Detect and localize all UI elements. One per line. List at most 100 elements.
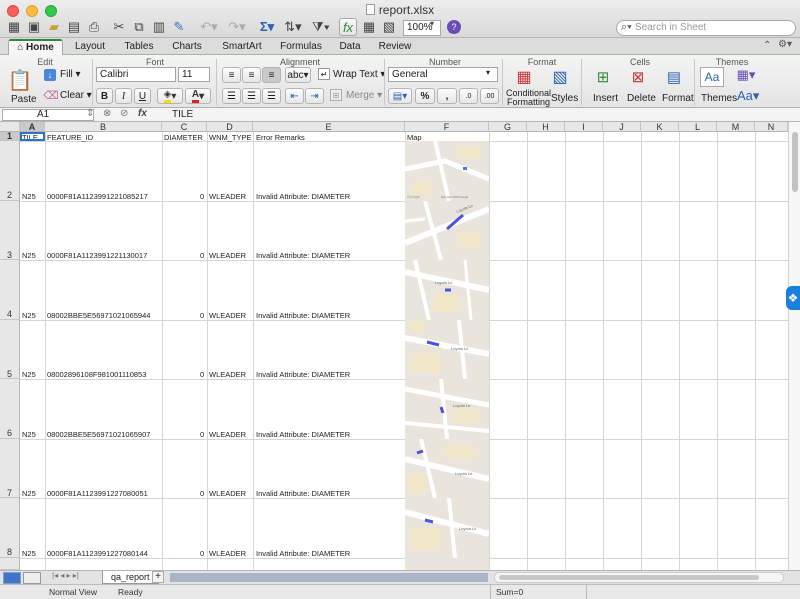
align-center-icon[interactable]: ☰ [242,88,261,104]
cell-diameter[interactable]: 0 [200,370,204,379]
decrease-indent-icon[interactable]: ⇤ [285,88,304,104]
vertical-scroll-thumb[interactable] [792,132,798,192]
comma-button[interactable]: , [437,88,457,104]
horizontal-scrollbar[interactable] [494,572,784,583]
tab-formulas[interactable]: Formulas [273,39,329,55]
help-icon[interactable]: ? [447,20,461,34]
dropbox-icon[interactable]: ❖ [786,286,800,310]
conditional-formatting-button[interactable]: Conditional Formatting [506,89,551,107]
cell-wnm-type[interactable]: WLEADER [209,430,246,439]
filter-icon[interactable]: ⧩▾ [309,18,333,36]
cell-diameter[interactable]: 0 [200,430,204,439]
styles-icon[interactable]: ▧ [549,67,571,87]
clipboard-icon[interactable]: 📋 [8,68,33,92]
cell-tile[interactable]: N25 [22,549,36,558]
cell-tile[interactable]: N25 [22,311,36,320]
redo-icon[interactable]: ↷▾ [224,18,250,36]
horizontal-scroll-thumb[interactable] [499,575,759,580]
row-header[interactable]: 6 [0,379,20,439]
cell-diameter[interactable]: 0 [200,549,204,558]
cell-feature-id[interactable]: 08002896108F981001110853 [47,370,146,379]
column-header[interactable]: B [45,122,162,132]
column-header[interactable]: D [207,122,253,132]
autosum-icon[interactable]: Σ▾ [256,18,278,36]
cell-error[interactable]: Invalid Attribute: DIAMETER [256,430,350,439]
cell-wnm-type[interactable]: WLEADER [209,370,246,379]
chevron-down-icon[interactable]: ▾ [486,68,490,77]
header-cell-error-remarks[interactable]: Error Remarks [256,133,305,142]
zoom-field[interactable]: 100% [403,20,441,36]
align-left-icon[interactable]: ☰ [222,88,241,104]
cell-error[interactable]: Invalid Attribute: DIAMETER [256,251,350,260]
cell-tile[interactable]: N25 [22,251,36,260]
map-image[interactable]: Loyola Ln [405,379,489,439]
row-header[interactable]: 3 [0,201,20,260]
fill-button[interactable]: Fill ▾ [60,69,81,80]
row-header[interactable]: 8 [0,498,20,558]
orientation-button[interactable]: abc ▾ [285,67,311,83]
cell-error[interactable]: Invalid Attribute: DIAMETER [256,370,350,379]
align-middle-icon[interactable]: ≡ [242,67,261,83]
cell-wnm-type[interactable]: WLEADER [209,251,246,260]
cancel-formula-icon[interactable]: ⊗ [103,108,111,119]
align-top-icon[interactable]: ≡ [222,67,241,83]
copy-icon[interactable]: ⧉ [130,18,148,36]
column-header[interactable]: N [755,122,788,132]
cell-diameter[interactable]: 0 [200,311,204,320]
fx-icon[interactable]: fx [138,108,147,119]
tab-smartart[interactable]: SmartArt [213,39,271,55]
header-cell-feature-id[interactable]: FEATURE_ID [47,133,93,142]
new-workbook-icon[interactable]: ▦ [5,18,23,36]
cell-error[interactable]: Invalid Attribute: DIAMETER [256,192,350,201]
formula-builder-icon[interactable]: fx [339,18,357,36]
header-cell-wnm-type[interactable]: WNM_TYPE [209,133,252,142]
column-header[interactable]: L [679,122,717,132]
tab-data[interactable]: Data [331,39,369,55]
cell-tile[interactable]: N25 [22,430,36,439]
cell-feature-id[interactable]: 0000F81A1123991227080144 [47,549,148,558]
templates-icon[interactable]: ▣ [25,18,43,36]
chevron-updown-icon[interactable]: ⇕ [86,108,94,119]
sum-status[interactable]: Sum=0 [496,587,523,597]
paste-icon[interactable]: ▥ [150,18,168,36]
cell-feature-id[interactable]: 08002BBE5E56971021065907 [47,430,150,439]
row-header[interactable] [0,558,20,570]
cell-feature-id[interactable]: 0000F81A1123991221130017 [47,251,147,260]
name-box[interactable]: A1 [2,109,94,121]
column-header[interactable]: C [162,122,207,132]
cell-diameter[interactable]: 0 [200,251,204,260]
tab-home[interactable]: ⌂ Home [8,39,63,55]
format-cells-icon[interactable]: ▤ [662,67,686,87]
header-cell-diameter[interactable]: DIAMETER [164,133,203,142]
clear-button[interactable]: Clear ▾ [60,90,92,101]
row-header[interactable]: 1 [0,132,20,141]
media-browser-icon[interactable]: ▧ [380,18,398,36]
cell-tile[interactable]: N25 [22,489,36,498]
delete-button[interactable]: Delete [627,93,656,104]
chevron-down-icon[interactable]: ▾ [430,19,434,28]
column-header[interactable]: H [527,122,565,132]
map-image[interactable]: Loyola Ln [405,498,489,558]
map-image[interactable]: Google Map data ©2015 Google [405,141,489,201]
column-header[interactable]: A [20,122,45,132]
map-image[interactable]: Loyola Ln [405,201,489,260]
column-header[interactable]: E [253,122,405,132]
number-format-select[interactable]: General [388,67,498,82]
collapse-ribbon-icon[interactable]: ⌃ [763,40,771,51]
column-header[interactable]: G [489,122,527,132]
insert-button[interactable]: Insert [593,93,618,104]
cut-icon[interactable]: ✂ [110,18,128,36]
styles-button[interactable]: Styles [551,93,578,104]
cell-feature-id[interactable]: 0000F81A1123991221085217 [47,192,148,201]
confirm-formula-icon[interactable]: ⊘ [120,108,128,119]
tab-layout[interactable]: Layout [66,39,114,55]
column-header[interactable]: I [565,122,603,132]
undo-icon[interactable]: ↶▾ [196,18,222,36]
cell-diameter[interactable]: 0 [200,192,204,201]
fill-color-icon[interactable]: ◈ ▾ [157,88,183,104]
increase-indent-icon[interactable]: ⇥ [305,88,324,104]
bold-button[interactable]: B [96,88,113,104]
cell-tile[interactable]: N25 [22,370,36,379]
formula-input[interactable]: TILE [172,109,193,120]
align-right-icon[interactable]: ☰ [262,88,281,104]
